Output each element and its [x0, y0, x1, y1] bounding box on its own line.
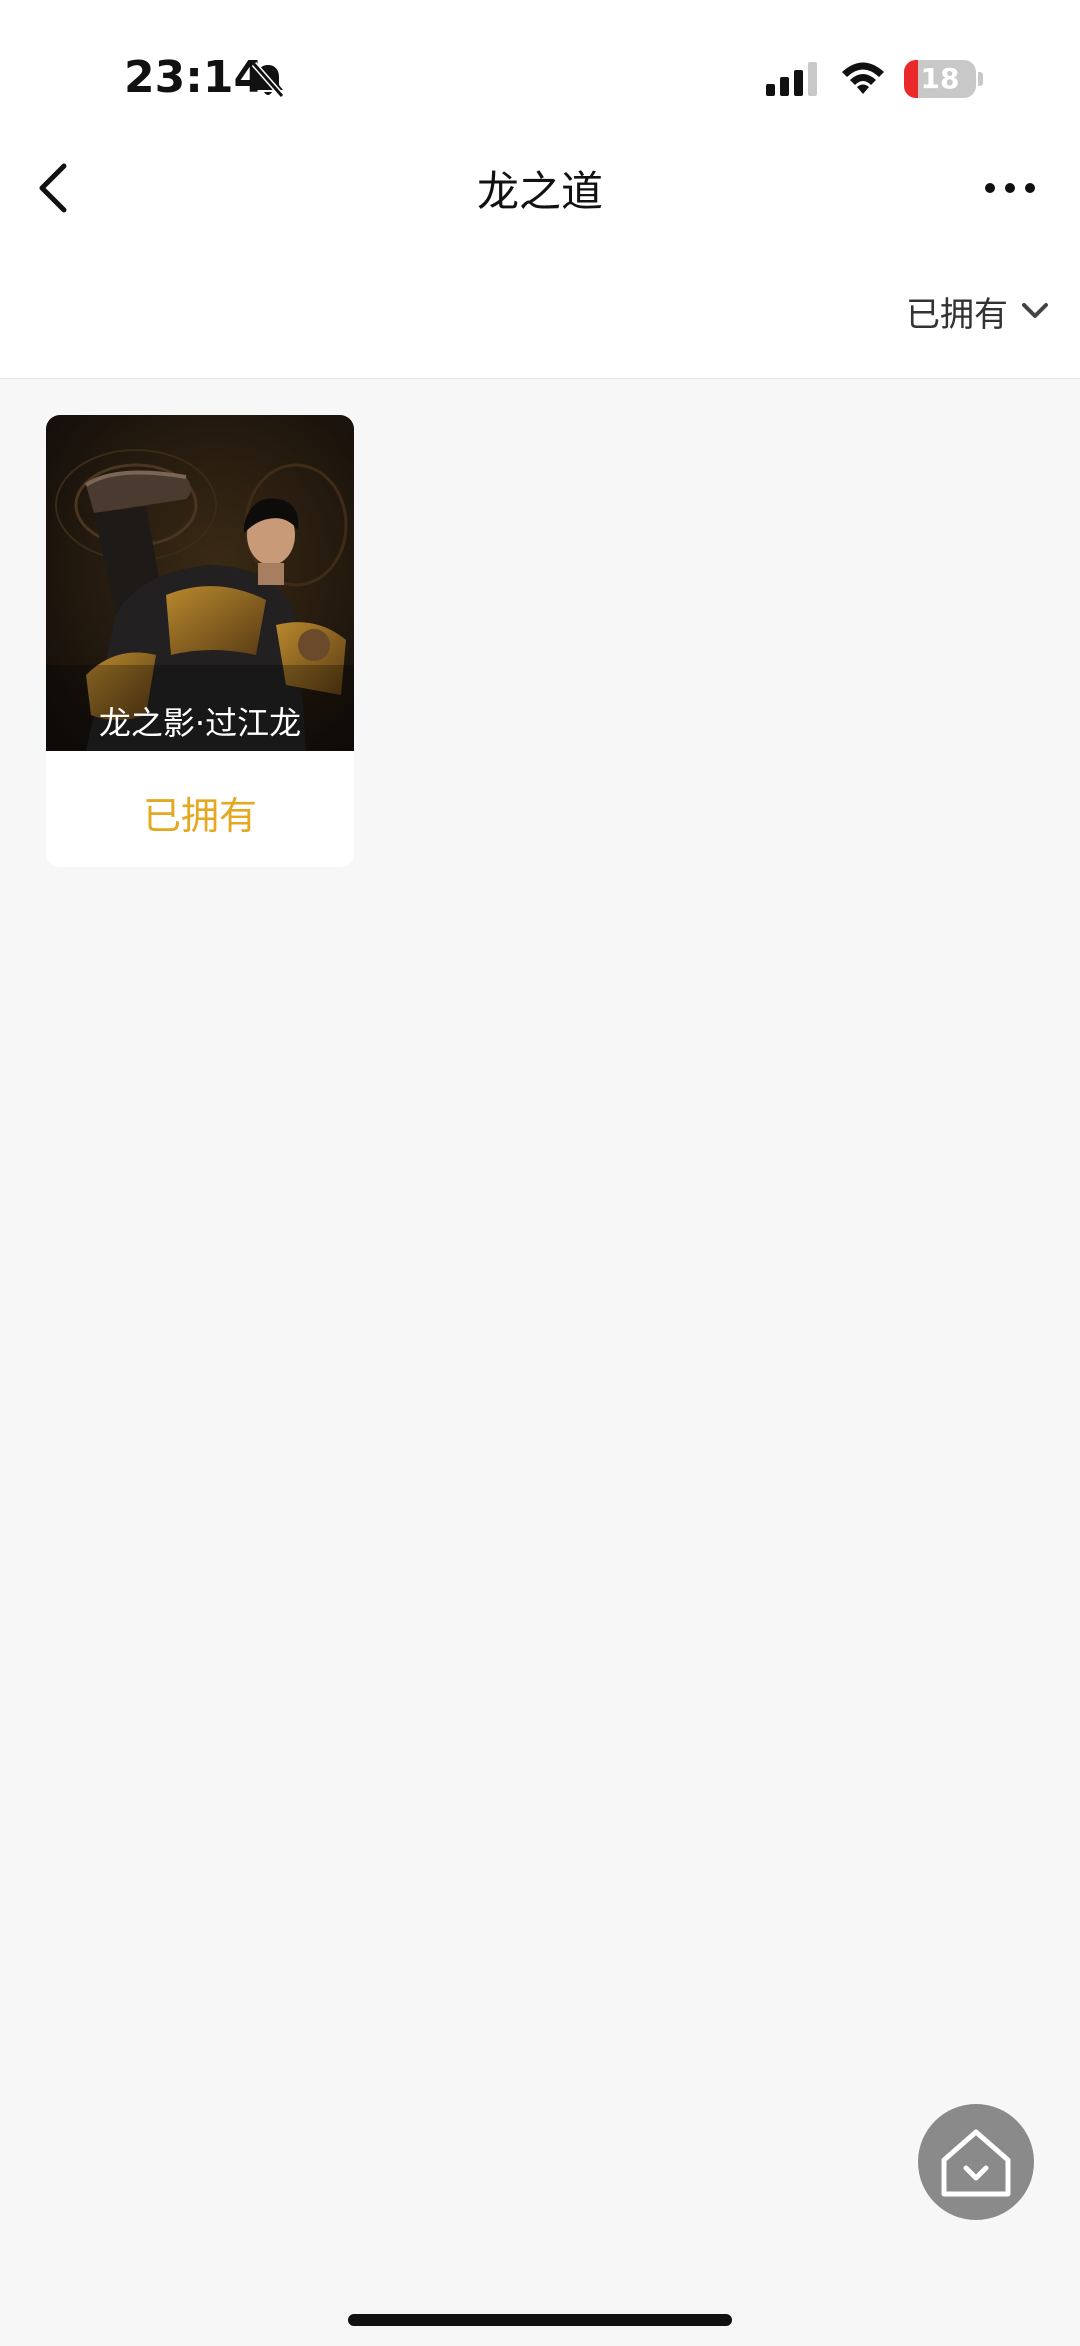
home-icon [941, 2129, 1011, 2197]
battery-icon: 18 [904, 60, 983, 98]
filter-label: 已拥有 [906, 294, 1008, 335]
page-title: 龙之道 [476, 167, 603, 216]
item-name: 龙之影·过江龙 [98, 704, 302, 742]
bell-slash-icon [251, 62, 285, 98]
top-bar: 23:14 18 龙之道 已拥有 [0, 0, 1080, 379]
battery-level: 18 [920, 62, 960, 95]
item-card[interactable]: 龙之影·过江龙 已拥有 [46, 415, 354, 867]
home-indicator[interactable] [348, 2314, 732, 2326]
ownership-filter-dropdown[interactable]: 已拥有 [906, 286, 1050, 336]
more-options-button[interactable] [982, 176, 1038, 200]
chevron-down-icon [1022, 303, 1048, 318]
status-time: 23:14 [124, 52, 265, 103]
signal-icon [766, 62, 817, 96]
wifi-icon [842, 62, 884, 94]
item-ownership-status: 已拥有 [142, 794, 257, 838]
floating-home-button[interactable] [918, 2104, 1034, 2220]
